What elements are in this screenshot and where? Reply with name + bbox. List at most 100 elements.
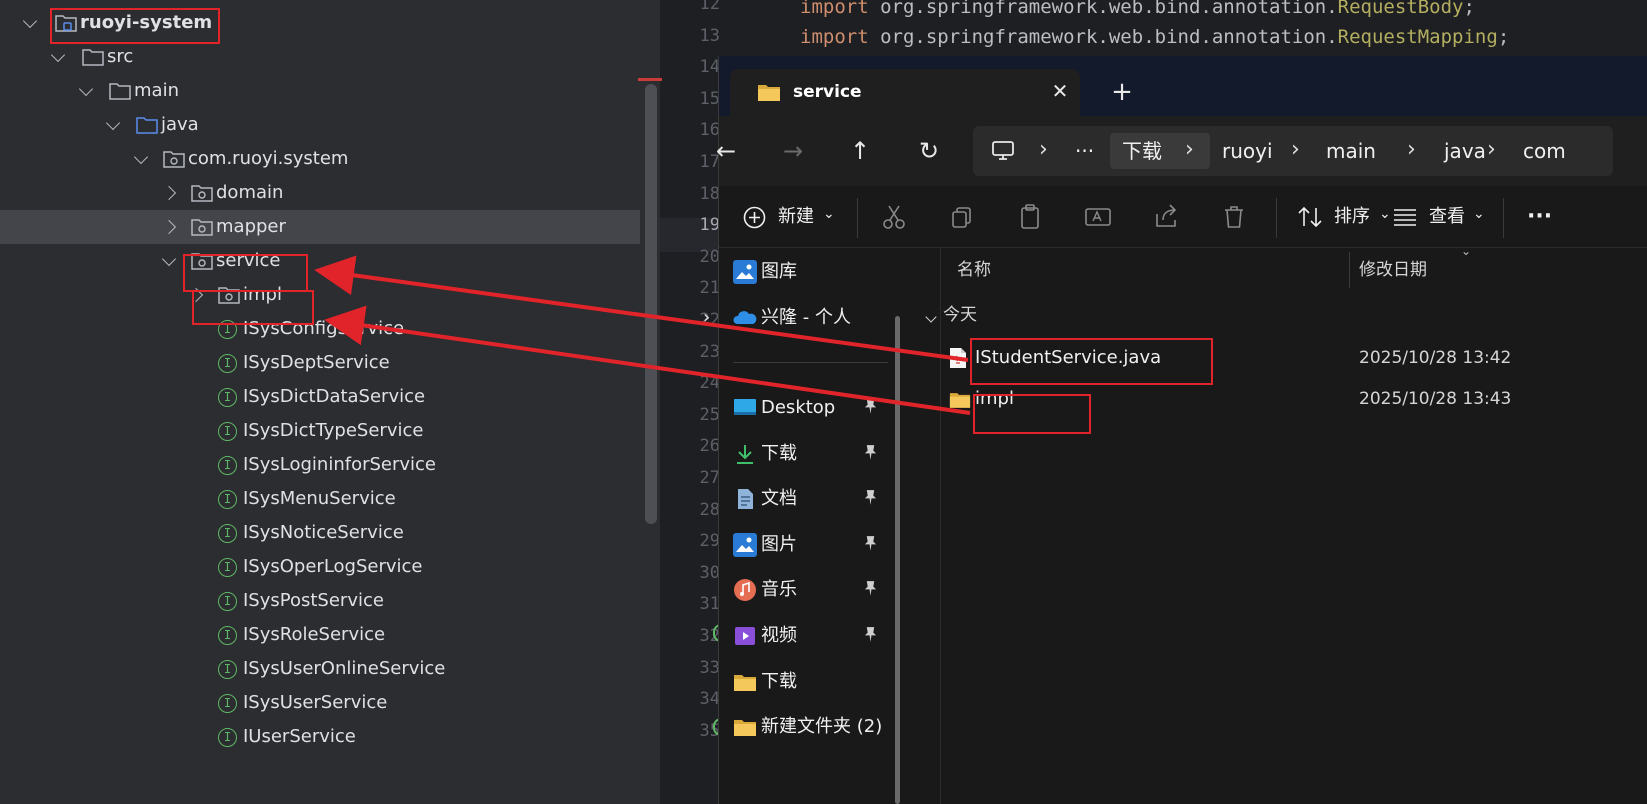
chevron-right-icon[interactable] xyxy=(159,217,179,237)
chevron-down-icon[interactable] xyxy=(159,251,179,271)
line-number[interactable]: 24 xyxy=(660,373,720,393)
tree-item-isysoperlogservice[interactable]: I ISysOperLogService xyxy=(0,550,640,584)
line-number[interactable]: 33 xyxy=(660,658,720,678)
line-number[interactable]: 21 xyxy=(660,278,720,298)
crumb-downloads[interactable]: 下载 xyxy=(1122,126,1162,176)
tree-item-isysuserservice[interactable]: I ISysUserService xyxy=(0,686,640,720)
tree-scrollbar[interactable] xyxy=(645,84,657,524)
chevron-down-icon[interactable] xyxy=(103,115,123,135)
document-icon xyxy=(738,489,753,509)
line-number[interactable]: 26 xyxy=(660,436,720,456)
group-collapse-icon[interactable] xyxy=(925,306,937,323)
chevron-right-icon[interactable]: › xyxy=(1407,126,1416,176)
chevron-down-icon[interactable] xyxy=(20,13,40,33)
column-header-name[interactable]: 名称 xyxy=(957,248,991,292)
copy-icon[interactable] xyxy=(945,200,979,234)
tree-item-label: mapper xyxy=(216,216,286,237)
nav-item-gallery[interactable]: 图库 xyxy=(719,252,929,292)
chevron-down-icon[interactable] xyxy=(76,81,96,101)
new-tab-button[interactable]: + xyxy=(1107,77,1137,107)
line-number[interactable]: 28 xyxy=(660,500,720,520)
tree-item-isyspostservice[interactable]: I ISysPostService xyxy=(0,584,640,618)
pin-icon[interactable] xyxy=(861,535,879,555)
tree-item-isysdicttypeservice[interactable]: I ISysDictTypeService xyxy=(0,414,640,448)
line-number[interactable]: 30 xyxy=(660,563,720,583)
tree-item-main[interactable]: main xyxy=(0,74,640,108)
line-number[interactable]: 14 xyxy=(660,57,720,77)
address-more-button[interactable]: ··· xyxy=(1075,126,1094,176)
share-icon[interactable] xyxy=(1149,200,1183,234)
chevron-down-icon[interactable] xyxy=(48,47,68,67)
address-bar[interactable]: › ··· 下载 › ruoyi › main › java › com xyxy=(973,126,1613,176)
crumb-ruoyi[interactable]: ruoyi xyxy=(1222,126,1273,176)
crumb-com[interactable]: com xyxy=(1523,126,1566,176)
this-pc-icon[interactable] xyxy=(991,140,1015,162)
delete-icon[interactable] xyxy=(1217,200,1251,234)
up-button[interactable]: ↑ xyxy=(843,134,877,168)
chevron-down-icon[interactable] xyxy=(131,149,151,169)
chevron-right-icon[interactable]: › xyxy=(1039,126,1048,176)
tree-item-isysmenuservice[interactable]: I ISysMenuService xyxy=(0,482,640,516)
tree-item-service[interactable]: service xyxy=(0,244,640,278)
line-number[interactable]: 15 xyxy=(660,89,720,109)
tree-item-isysconfigservice[interactable]: I ISysConfigService xyxy=(0,312,640,346)
tree-item-isysnoticeservice[interactable]: I ISysNoticeService xyxy=(0,516,640,550)
tree-item-isyslogininforservice[interactable]: I ISysLogininforService xyxy=(0,448,640,482)
chevron-right-icon[interactable] xyxy=(159,183,179,203)
chevron-right-icon[interactable]: › xyxy=(1291,126,1300,176)
pin-icon[interactable] xyxy=(861,444,879,464)
tree-item-label: ISysDictDataService xyxy=(243,386,426,407)
crumb-main[interactable]: main xyxy=(1326,126,1376,176)
nav-label: 视频 xyxy=(761,625,797,646)
tree-item-src[interactable]: src xyxy=(0,40,640,74)
tree-item-mapper[interactable]: mapper xyxy=(0,210,640,244)
line-number[interactable]: 13 xyxy=(660,26,720,46)
line-number[interactable]: 19 xyxy=(660,215,720,235)
cut-icon[interactable] xyxy=(877,200,911,234)
chevron-right-icon[interactable]: › xyxy=(1487,126,1496,176)
forward-button[interactable]: → xyxy=(776,134,810,168)
tree-item-impl[interactable]: impl xyxy=(0,278,640,312)
more-options-button[interactable]: ··· xyxy=(1527,196,1552,238)
chevron-right-icon[interactable]: › xyxy=(1185,126,1194,176)
tree-item-domain[interactable]: domain xyxy=(0,176,640,210)
line-number[interactable]: 22 xyxy=(660,310,720,330)
tree-item-com-ruoyi-system[interactable]: com.ruoyi.system xyxy=(0,142,640,176)
column-divider[interactable] xyxy=(1349,252,1350,288)
pin-icon[interactable] xyxy=(861,398,879,418)
code-line-13[interactable]: import org.springframework.web.bind.anno… xyxy=(800,26,1509,48)
tree-item-isysroleservice[interactable]: I ISysRoleService xyxy=(0,618,640,652)
code-line-12[interactable]: import org.springframework.web.bind.anno… xyxy=(800,0,1475,18)
back-button[interactable]: ← xyxy=(709,134,743,168)
tree-item-isysdeptservice[interactable]: I ISysDeptService xyxy=(0,346,640,380)
line-number[interactable]: 12 xyxy=(660,0,720,14)
pin-icon[interactable] xyxy=(861,626,879,646)
line-number[interactable]: 23 xyxy=(660,342,720,362)
line-number[interactable]: 34 xyxy=(660,689,720,709)
line-number[interactable]: 32 xyxy=(660,626,720,646)
close-icon[interactable]: ✕ xyxy=(1048,79,1072,103)
folder-icon xyxy=(109,83,131,100)
refresh-button[interactable]: ↻ xyxy=(912,134,946,168)
tree-item-isysuseronlineservice[interactable]: I ISysUserOnlineService xyxy=(0,652,640,686)
line-number[interactable]: 27 xyxy=(660,468,720,488)
tree-item-iuserservice[interactable]: I IUserService xyxy=(0,720,640,754)
column-header-modified[interactable]: 修改日期 xyxy=(1359,248,1427,292)
nav-pane-scrollbar[interactable] xyxy=(895,316,900,804)
line-number[interactable]: 25 xyxy=(660,405,720,425)
line-number[interactable]: 31 xyxy=(660,594,720,614)
group-header-today[interactable]: 今天 xyxy=(943,300,977,330)
crumb-java[interactable]: java xyxy=(1444,126,1486,176)
paste-icon[interactable] xyxy=(1013,200,1047,234)
pin-icon[interactable] xyxy=(861,489,879,509)
line-number[interactable]: 35 xyxy=(660,721,720,741)
tab-service[interactable]: service ✕ xyxy=(730,69,1080,116)
line-number[interactable]: 18 xyxy=(660,184,720,204)
line-number[interactable]: 29 xyxy=(660,531,720,551)
tree-item-java[interactable]: java xyxy=(0,108,640,142)
pin-icon[interactable] xyxy=(861,580,879,600)
rename-icon[interactable] xyxy=(1081,200,1115,234)
line-number[interactable]: 20 xyxy=(660,247,720,267)
tree-item-isysdictdataservice[interactable]: I ISysDictDataService xyxy=(0,380,640,414)
chevron-right-icon[interactable]: › xyxy=(703,298,710,338)
